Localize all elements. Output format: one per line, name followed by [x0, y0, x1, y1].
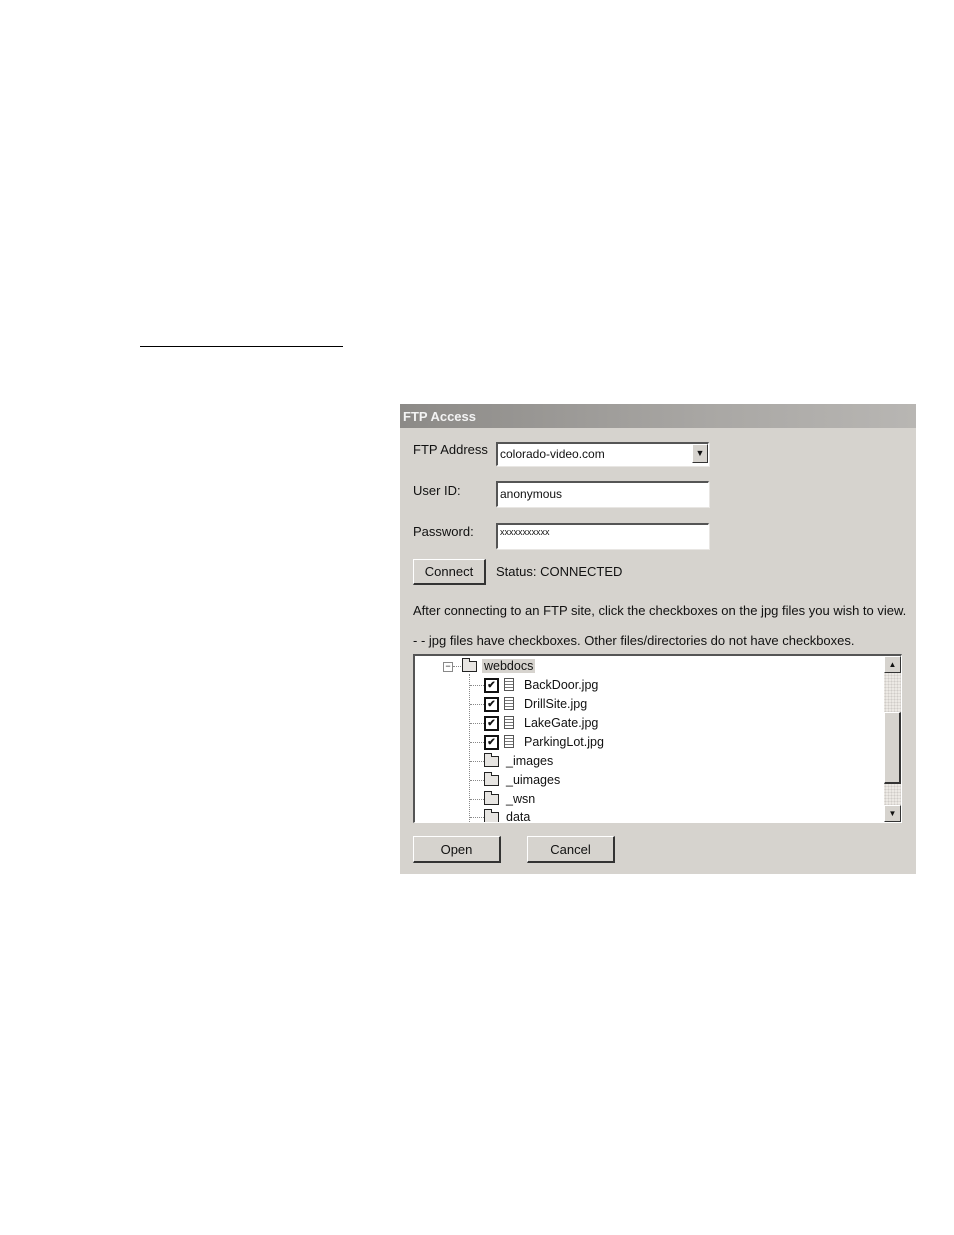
- user-id-input[interactable]: [500, 483, 708, 505]
- folder-icon: [484, 809, 499, 822]
- folder-icon: [484, 791, 499, 805]
- folder-icon: [484, 772, 499, 786]
- tree-item-lakegate[interactable]: LakeGate.jpg: [524, 714, 598, 732]
- tree-item-wsn[interactable]: _wsn: [506, 790, 535, 808]
- tree-line: [470, 780, 484, 781]
- tree-root-webdocs[interactable]: webdocs: [482, 657, 536, 675]
- tree-line: [469, 674, 470, 822]
- file-tree[interactable]: − webdocs ✔ BackDoor.jpg ✔ DrillSite.jpg…: [413, 654, 902, 823]
- checkbox-drillsite[interactable]: ✔: [484, 697, 499, 712]
- arrow-down-icon[interactable]: ▼: [884, 805, 901, 822]
- file-icon: [504, 678, 514, 691]
- ftp-access-dialog: FTP Access FTP Address colorado-video.co…: [400, 404, 916, 874]
- collapse-icon[interactable]: −: [443, 662, 453, 672]
- checkbox-parkinglot[interactable]: ✔: [484, 735, 499, 750]
- connect-button[interactable]: Connect: [413, 559, 486, 585]
- user-id-field[interactable]: [496, 481, 709, 507]
- file-icon: [504, 697, 514, 710]
- tree-item-images[interactable]: _images: [506, 752, 553, 770]
- chevron-down-icon[interactable]: ▼: [692, 444, 708, 463]
- tree-line: [470, 817, 484, 818]
- scrollbar-thumb[interactable]: [884, 712, 901, 784]
- tree-item-uimages[interactable]: _uimages: [506, 771, 560, 789]
- tree-line: [470, 742, 484, 743]
- instruction-text-2: - - jpg files have checkboxes. Other fil…: [413, 633, 855, 648]
- tree-line: [470, 761, 484, 762]
- vertical-scrollbar[interactable]: ▲ ▼: [884, 656, 901, 822]
- file-icon: [504, 716, 514, 729]
- tree-item-parkinglot[interactable]: ParkingLot.jpg: [524, 733, 604, 751]
- file-icon: [504, 735, 514, 748]
- folder-icon: [484, 753, 499, 767]
- user-id-label: User ID:: [413, 483, 461, 498]
- checkbox-backdoor[interactable]: ✔: [484, 678, 499, 693]
- tree-line: [453, 666, 461, 667]
- cancel-button[interactable]: Cancel: [527, 836, 615, 863]
- tree-item-data[interactable]: data: [506, 808, 530, 822]
- instruction-text-1: After connecting to an FTP site, click t…: [413, 603, 907, 618]
- folder-icon: [462, 658, 477, 672]
- password-value: xxxxxxxxxxx: [500, 527, 550, 537]
- tree-line: [470, 704, 484, 705]
- password-label: Password:: [413, 524, 474, 539]
- open-button[interactable]: Open: [413, 836, 501, 863]
- tree-line: [470, 723, 484, 724]
- ftp-address-dropdown[interactable]: colorado-video.com ▼: [496, 442, 709, 466]
- ftp-address-value: colorado-video.com: [500, 447, 605, 461]
- tree-item-drillsite[interactable]: DrillSite.jpg: [524, 695, 587, 713]
- status-text: Status: CONNECTED: [496, 564, 623, 579]
- password-field[interactable]: xxxxxxxxxxx: [496, 523, 709, 549]
- arrow-up-icon[interactable]: ▲: [884, 656, 901, 673]
- ftp-address-label: FTP Address: [413, 442, 488, 457]
- tree-root-label: webdocs: [482, 659, 536, 673]
- tree-line: [470, 685, 484, 686]
- tree-item-backdoor[interactable]: BackDoor.jpg: [524, 676, 598, 694]
- dialog-title: FTP Access: [400, 404, 916, 428]
- tree-line: [470, 799, 484, 800]
- horizontal-rule: [140, 346, 343, 347]
- checkbox-lakegate[interactable]: ✔: [484, 716, 499, 731]
